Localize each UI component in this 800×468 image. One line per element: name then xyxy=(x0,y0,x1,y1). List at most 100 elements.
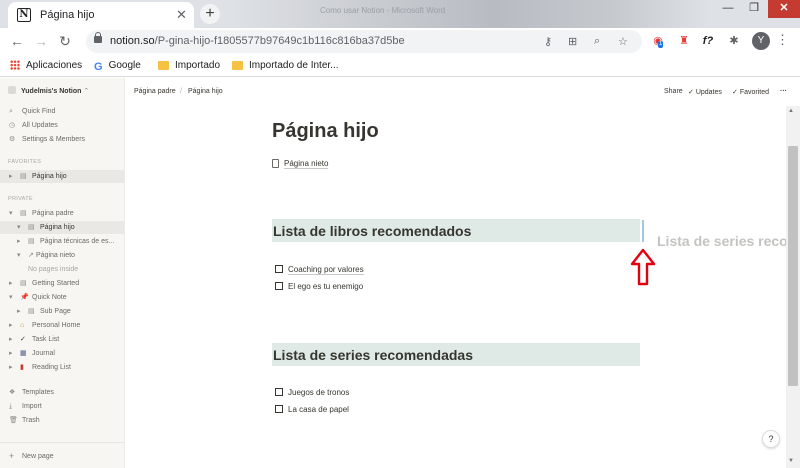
plus-icon: + xyxy=(9,451,15,461)
sidebar-settings[interactable]: ⚙ Settings & Members xyxy=(0,133,124,146)
bookmark-apps[interactable]: Aplicaciones xyxy=(10,60,82,71)
reload-icon[interactable]: ↻ xyxy=(56,32,74,50)
new-tab-button[interactable]: + xyxy=(200,4,220,24)
help-button[interactable]: ? xyxy=(762,430,780,448)
background-window xyxy=(230,0,710,28)
address-url[interactable]: notion.so/P-gina-hijo-f1805577b97649c1b1… xyxy=(110,35,405,47)
expand-arrow-icon: ▸ xyxy=(9,336,13,343)
check-icon: ✓ xyxy=(732,89,740,96)
todo-item-series-1[interactable]: Juegos de tronos xyxy=(275,388,349,397)
page-title[interactable]: Página hijo xyxy=(272,120,379,143)
sidebar-item-pagina-padre[interactable]: ▾ ▤ Página padre xyxy=(0,207,124,220)
extension-formula-icon[interactable]: f? xyxy=(700,33,716,49)
house-icon: ⌂ xyxy=(20,322,25,329)
sidebar-item-pagina-tecnicas[interactable]: ▸ ▤ Página técnicas de es... xyxy=(0,235,124,248)
profile-avatar[interactable]: Y xyxy=(752,32,770,50)
notion-sidebar: Yudelmis's Notion ⌃ ⌕ Quick Find ◷ All Upd… xyxy=(0,78,125,468)
search-icon: ⌕ xyxy=(9,108,13,115)
breadcrumb-pagina-padre[interactable]: Página padre xyxy=(134,88,176,95)
todo-checkbox[interactable] xyxy=(275,405,283,413)
sidebar-item-quick-note[interactable]: ▾ 📌 Quick Note xyxy=(0,291,124,304)
tab-close-icon[interactable]: ✕ xyxy=(176,7,187,23)
expand-arrow-icon: ▸ xyxy=(9,322,13,329)
extensions-puzzle-icon[interactable]: ✱ xyxy=(726,33,742,49)
maximize-window-button[interactable]: ❐ xyxy=(742,0,766,18)
sidebar-templates[interactable]: ❖ Templates xyxy=(0,386,124,399)
minimize-window-button[interactable]: — xyxy=(716,0,740,18)
extension-shield-icon[interactable]: ♜ xyxy=(676,33,692,49)
heading-series[interactable]: Lista de series recomendadas xyxy=(272,343,640,366)
page-icon: ▤ xyxy=(20,280,27,287)
bookmark-google[interactable]: G Google xyxy=(94,60,141,73)
sidebar-item-pagina-nieto[interactable]: ▾ ↗ Página nieto xyxy=(0,249,124,262)
forward-arrow-icon[interactable]: → xyxy=(32,32,50,50)
folder-icon xyxy=(232,61,243,70)
sidebar-favorite-pagina-hijo[interactable]: ▸ ▤ Página hijo xyxy=(0,170,124,183)
scroll-up-arrow-icon[interactable]: ▲ xyxy=(788,108,794,114)
page-content: Página hijo Página nieto Lista de libros… xyxy=(126,106,786,468)
sidebar-item-journal[interactable]: ▸ ▦ Journal xyxy=(0,347,124,360)
dragged-block-ghost: Lista de series recom xyxy=(657,233,800,249)
zoom-icon[interactable]: ⌕ xyxy=(594,35,600,48)
link-page-icon: ↗ xyxy=(28,252,34,259)
extension-recorder-icon[interactable]: ◉1 xyxy=(650,33,666,49)
sidebar-item-task-list[interactable]: ▸ ✓ Task List xyxy=(0,333,124,346)
sidebar-item-reading-list[interactable]: ▸ ▮ Reading List xyxy=(0,361,124,374)
workspace-switcher[interactable]: Yudelmis's Notion ⌃ xyxy=(8,86,89,95)
sidebar-item-sub-page[interactable]: ▸ ▤ Sub Page xyxy=(0,305,124,318)
bookmark-star-icon[interactable]: ☆ xyxy=(618,35,628,48)
share-button[interactable]: Share xyxy=(664,88,683,95)
expand-arrow-icon: ▸ xyxy=(9,364,13,371)
collapse-arrow-icon: ▾ xyxy=(9,294,13,301)
clock-icon: ◷ xyxy=(9,122,16,129)
notion-favicon-icon: N xyxy=(17,8,31,22)
sidebar-item-pagina-hijo[interactable]: ▾ ▤ Página hijo xyxy=(0,221,124,234)
document-icon xyxy=(272,159,279,168)
bookmark-importado-inter[interactable]: Importado de Inter... xyxy=(232,60,339,71)
translate-icon[interactable]: ⊞ xyxy=(568,35,577,48)
browser-menu-icon[interactable]: ⋮ xyxy=(776,32,789,48)
updates-button[interactable]: ✓ Updates xyxy=(688,88,722,96)
expand-arrow-icon: ▸ xyxy=(17,308,21,315)
sidebar-divider xyxy=(0,442,124,443)
collapse-arrow-icon: ▾ xyxy=(17,252,21,259)
todo-item-book-2[interactable]: El ego es tu enemigo xyxy=(275,282,363,291)
private-label: PRIVATE xyxy=(8,196,33,202)
browser-tab[interactable]: N Página hijo ✕ xyxy=(8,2,194,28)
gear-icon: ⚙ xyxy=(9,136,16,143)
trash-icon: 🗑 xyxy=(9,417,18,424)
breadcrumb-pagina-hijo[interactable]: Página hijo xyxy=(188,88,223,95)
more-options-icon[interactable]: ··· xyxy=(780,88,787,95)
key-icon[interactable]: ⚷ xyxy=(544,35,552,48)
todo-item-book-1[interactable]: Coaching por valores xyxy=(275,265,364,275)
close-window-button[interactable]: ✕ xyxy=(768,0,800,18)
collapse-arrow-icon: ▾ xyxy=(17,224,21,231)
todo-checkbox[interactable] xyxy=(275,282,283,290)
sidebar-all-updates[interactable]: ◷ All Updates xyxy=(0,119,124,132)
sidebar-item-personal-home[interactable]: ▸ ⌂ Personal Home xyxy=(0,319,124,332)
todo-checkbox[interactable] xyxy=(275,265,283,273)
expand-arrow-icon: ▸ xyxy=(9,280,13,287)
sidebar-trash[interactable]: 🗑 Trash xyxy=(0,414,124,427)
expand-arrow-icon: ▸ xyxy=(17,238,21,245)
drop-indicator xyxy=(642,220,644,242)
bookmarks-bar: Aplicaciones G Google Importado Importado… xyxy=(0,55,800,77)
todo-item-series-2[interactable]: La casa de papel xyxy=(275,405,349,414)
todo-checkbox[interactable] xyxy=(275,388,283,396)
new-page-button[interactable]: + New page xyxy=(0,450,124,463)
sidebar-item-getting-started[interactable]: ▸ ▤ Getting Started xyxy=(0,277,124,290)
bookmark-importado[interactable]: Importado xyxy=(158,60,220,71)
favorited-button[interactable]: ✓ Favorited xyxy=(732,88,769,96)
background-window-title: Como usar Notion - Microsoft Word xyxy=(320,6,446,15)
page-icon: ▤ xyxy=(28,308,35,315)
back-arrow-icon[interactable]: ← xyxy=(8,32,26,50)
scroll-down-arrow-icon[interactable]: ▼ xyxy=(788,458,794,464)
scrollbar-thumb[interactable] xyxy=(788,146,798,386)
subpage-link-pagina-nieto[interactable]: Página nieto xyxy=(272,159,329,169)
browser-tab-strip: Como usar Notion - Microsoft Word N Pági… xyxy=(0,0,800,28)
sidebar-quick-find[interactable]: ⌕ Quick Find xyxy=(0,105,124,118)
heading-libros[interactable]: Lista de libros recomendados xyxy=(272,219,640,242)
sidebar-import[interactable]: ⤓ Import xyxy=(0,400,124,413)
notion-topbar: Página padre / Página hijo Share ✓ Updat… xyxy=(126,78,800,106)
address-bar[interactable]: notion.so/P-gina-hijo-f1805577b97649c1b1… xyxy=(86,30,642,53)
